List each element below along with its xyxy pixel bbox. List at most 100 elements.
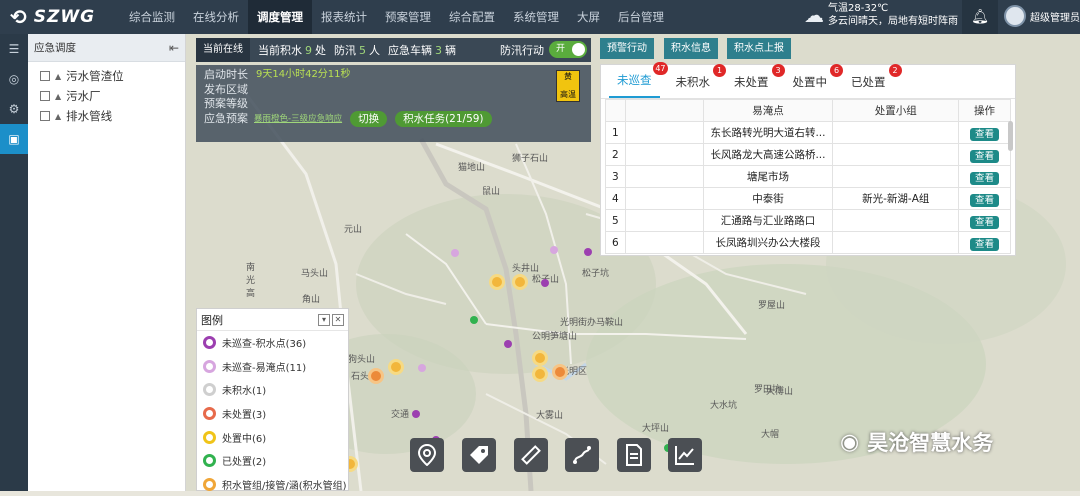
route-icon [573, 446, 591, 464]
nav-item-bigscreen[interactable]: 大屏 [568, 0, 609, 34]
line-chart-icon [675, 446, 694, 465]
locate-tool-button[interactable] [410, 438, 444, 472]
nav-item-config[interactable]: 综合配置 [440, 0, 504, 34]
table-row[interactable]: 4 中泰街 新光-新湖-A组 查看 [605, 187, 1011, 210]
tree-item-drain-pipe[interactable]: ▲ 排水管线 [28, 106, 185, 126]
map-marker-in-progress[interactable] [532, 366, 548, 382]
view-button[interactable]: 查看 [970, 237, 1000, 251]
tab-unpatrolled[interactable]: 未巡查 47 [609, 62, 668, 98]
legend-close-icon[interactable]: ✕ [332, 313, 344, 326]
tab-in-progress[interactable]: 处置中 6 [785, 64, 843, 98]
tab-label: 未巡查 [617, 73, 652, 87]
nav-item-backend[interactable]: 后台管理 [609, 0, 673, 34]
legend-title: 图例 [201, 313, 223, 327]
water-info-button[interactable]: 积水信息 [664, 38, 718, 59]
map-label: 松子坑 [582, 269, 610, 279]
weather-warning-badge: 黄 高温 [556, 70, 580, 102]
measure-tool-button[interactable] [514, 438, 548, 472]
nav-item-plans[interactable]: 预案管理 [376, 0, 440, 34]
tab-unhandled[interactable]: 未处置 3 [726, 64, 785, 98]
online-status-bar: 当前在线 当前积水 9 处 防汛 5 人 应急车辆 3 辆 防汛行动 开 [196, 38, 591, 62]
layer-checkbox[interactable] [40, 71, 50, 81]
notification-button[interactable]: 🔔︎ [962, 0, 998, 34]
tree-item-label: 污水厂 [66, 89, 101, 103]
tree-item-label: 排水管线 [66, 109, 113, 123]
report-tool-button[interactable] [617, 438, 651, 472]
rail-dispatch-button[interactable]: ▣ [0, 124, 28, 154]
row-blank [624, 187, 704, 210]
rail-menu-button[interactable]: ☰ [0, 34, 28, 64]
collapse-panel-icon[interactable]: ⇤ [169, 41, 179, 55]
watermark: ◉ 昊沧智慧水务 [840, 427, 993, 457]
map-marker-prone-point[interactable] [550, 246, 558, 254]
rail-location-button[interactable]: ◎ [0, 64, 28, 94]
tag-tool-button[interactable] [462, 438, 496, 472]
map-marker-unpatrolled[interactable] [584, 248, 592, 256]
logo-text: SZWG [33, 7, 96, 27]
map-marker-in-progress[interactable] [532, 350, 548, 366]
column-header: 处置小组 [832, 99, 960, 122]
document-icon [626, 444, 642, 466]
tree-header: 应急调度 ⇤ [28, 34, 185, 62]
row-group [832, 165, 960, 188]
warning-label: 应急预案 [204, 111, 248, 125]
tab-count-badge: 47 [653, 62, 668, 75]
map-marker-unpatrolled[interactable] [412, 410, 420, 418]
info-row-duration: 启动时长 9天14小时42分11秒 [196, 68, 591, 83]
view-button[interactable]: 查看 [970, 149, 1000, 163]
table-row[interactable]: 5 汇通路与汇业路路口 查看 [605, 209, 1011, 232]
map-label: 南光高 [246, 263, 256, 299]
map-marker-prone-point[interactable] [418, 364, 426, 372]
map-marker-resolved[interactable] [470, 316, 478, 324]
layer-checkbox[interactable] [40, 111, 50, 121]
tab-resolved[interactable]: 已处置 2 [843, 64, 902, 98]
warning-plan-link[interactable]: 暴雨橙色-三级应急响应 [254, 112, 342, 127]
map-marker-in-progress[interactable] [489, 274, 505, 290]
layer-checkbox[interactable] [40, 91, 50, 101]
vehicle-unit: 辆 [445, 44, 456, 57]
nav-item-reports[interactable]: 报表统计 [312, 0, 376, 34]
main-nav: 综合监测 在线分析 调度管理 报表统计 预案管理 综合配置 系统管理 大屏 后台… [120, 0, 673, 34]
table-row[interactable]: 3 塘尾市场 查看 [605, 165, 1011, 188]
tab-label: 未处置 [734, 75, 769, 89]
map-marker-in-progress[interactable] [512, 274, 528, 290]
map-marker-pending[interactable] [552, 364, 568, 380]
chart-tool-button[interactable] [668, 438, 702, 472]
tree-item-sewage-plant[interactable]: ▲ 污水厂 [28, 86, 185, 106]
view-button[interactable]: 查看 [970, 171, 1000, 185]
nav-item-analysis[interactable]: 在线分析 [184, 0, 248, 34]
table-row[interactable]: 1 东长路转光明大道右转... 查看 [605, 121, 1011, 144]
tab-count-badge: 6 [830, 64, 843, 77]
map-marker-pending[interactable] [368, 368, 384, 384]
map-marker-in-progress[interactable] [388, 359, 404, 375]
row-number: 1 [605, 121, 626, 144]
table-row[interactable]: 2 长风路龙大高速公路桥... 查看 [605, 143, 1011, 166]
tree-item-sewage-level[interactable]: ▲ 污水管渣位 [28, 66, 185, 86]
table-scrollbar[interactable] [1008, 121, 1013, 151]
switch-button[interactable]: 切换 [350, 110, 388, 127]
nav-item-system[interactable]: 系统管理 [504, 0, 568, 34]
row-op: 查看 [958, 121, 1011, 144]
water-count: 9 [305, 43, 312, 57]
user-menu[interactable]: 超级管理员 [1004, 5, 1080, 27]
app-logo[interactable]: ⟲ SZWG [0, 5, 120, 29]
alert-action-button[interactable]: 预警行动 [600, 38, 654, 59]
waterlogging-list-panel: 未巡查 47 未积水 1 未处置 3 处置中 6 已处置 2 易淹点 处置小组 … [600, 62, 1016, 256]
nav-item-dispatch[interactable]: 调度管理 [248, 0, 312, 34]
table-row[interactable]: 6 长凤路圳兴办公大楼段 查看 [605, 231, 1011, 254]
rail-network-button[interactable]: ⚙ [0, 94, 28, 124]
map-marker-unpatrolled[interactable] [504, 340, 512, 348]
map-marker-prone-point[interactable] [451, 249, 459, 257]
view-button[interactable]: 查看 [970, 127, 1000, 141]
view-button[interactable]: 查看 [970, 215, 1000, 229]
tab-no-water[interactable]: 未积水 1 [668, 64, 726, 98]
map-marker-unpatrolled[interactable] [541, 279, 549, 287]
weather-desc: 多云间晴天，局地有短时阵雨 [828, 16, 958, 27]
legend-minimize-icon[interactable]: ▾ [318, 313, 330, 326]
view-button[interactable]: 查看 [970, 193, 1000, 207]
water-task-button[interactable]: 积水任务(21/59) [395, 110, 492, 127]
route-tool-button[interactable] [565, 438, 599, 472]
nav-item-monitoring[interactable]: 综合监测 [120, 0, 184, 34]
flood-action-toggle[interactable]: 开 [549, 41, 587, 58]
water-report-button[interactable]: 积水点上报 [727, 38, 791, 59]
